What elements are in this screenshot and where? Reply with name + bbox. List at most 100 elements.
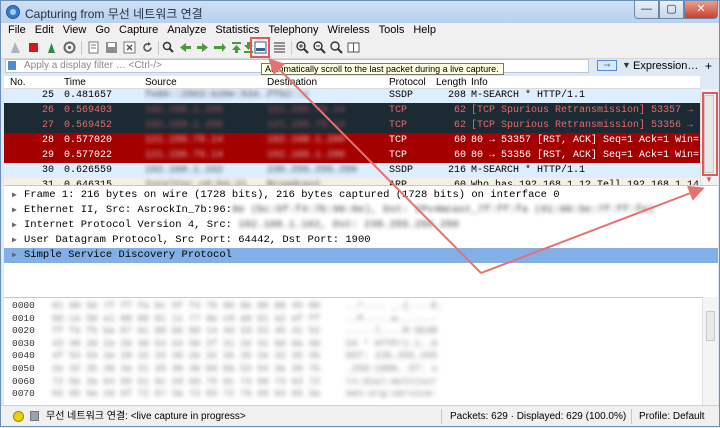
menu-view[interactable]: View (60, 23, 90, 37)
detail-text: Frame 1: 216 bytes on wire (1728 bits), … (24, 189, 560, 201)
expand-arrow-icon[interactable]: ▶ (12, 203, 17, 218)
title-bar: Capturing from 무선 네트워크 연결 — ▢ ✕ (1, 1, 719, 23)
bytes-row[interactable]: 0060 72 6e 3a 64 69 61 6c 2d 6d 75 6c 74 … (4, 376, 718, 388)
scroll-down-arrow-icon[interactable]: ▼ (705, 175, 713, 184)
bytes-scrollbar-thumb[interactable] (706, 311, 715, 341)
packet-list[interactable]: 25 0.481657 fe80::2503:620e:534.. ff02::c SS… (4, 89, 700, 185)
detail-tree-item[interactable]: ▶ Internet Protocol Version 4, Src: 192.1… (4, 218, 718, 233)
packet-cell-time: 0.646315 (64, 178, 112, 185)
find-icon[interactable] (161, 40, 176, 55)
wireshark-app-icon (6, 5, 20, 19)
packet-cell-protocol: SSDP (389, 90, 414, 101)
packet-row[interactable]: 30 0.626559 192.168.1.162 239.255.255.250 SS… (4, 163, 700, 178)
menu-tools[interactable]: Tools (376, 23, 408, 37)
packet-cell-no: 25 (41, 90, 54, 101)
bytes-hex: 65 65 6e 2d 6f 72 67 3a 73 65 72 76 69 6… (52, 388, 320, 400)
options-gear-icon[interactable] (62, 40, 77, 55)
menu-wireless[interactable]: Wireless (325, 23, 373, 37)
packet-row[interactable]: 27 0.569452 192.168.1.200 121.156.79.14 TCP 6… (4, 118, 700, 133)
packet-cell-time: 0.569452 (64, 120, 113, 131)
zoom-normal-icon[interactable] (329, 40, 344, 55)
go-forward-icon[interactable] (195, 40, 210, 55)
add-filter-button[interactable]: + (705, 59, 712, 73)
bytes-hex: 01 00 5e 7f ff fa bc 5f f4 7b 96 8e 08 0… (52, 300, 320, 311)
bytes-row[interactable]: 0070 65 65 6e 2d 6f 72 67 3a 73 65 72 76 … (4, 388, 718, 400)
detail-tree-item[interactable]: ▶ Simple Service Discovery Protocol (4, 248, 718, 263)
packet-cell-info: Who has 192.168.1.1? Tell 192.168.1.142 (471, 178, 700, 185)
col-destination[interactable]: Destination (267, 77, 317, 88)
colorize-icon[interactable] (272, 40, 287, 55)
menu-bar: File Edit View Go Capture Analyze Statistics Te… (1, 23, 719, 37)
reload-icon[interactable] (140, 40, 155, 55)
expert-info-icon[interactable] (13, 411, 24, 422)
col-no[interactable]: No. (10, 77, 26, 88)
bytes-scrollbar[interactable] (702, 297, 718, 405)
bytes-row[interactable]: 0050 2e 32 35 30 3a 31 39 30 30 0d 0a 53 … (4, 363, 718, 375)
menu-go[interactable]: Go (92, 23, 113, 37)
packet-row[interactable]: 29 0.577022 121.156.79.14 192.168.1.200 TCP 6… (4, 148, 700, 163)
resize-columns-icon[interactable] (346, 40, 361, 55)
detail-tree-item[interactable]: ▶ Ethernet II, Src: AsrockIn_7b:96:8e (bc… (4, 203, 718, 218)
expand-arrow-icon[interactable]: ▶ (12, 233, 17, 248)
go-back-icon[interactable] (178, 40, 193, 55)
detail-tree-item[interactable]: ▶ Frame 1: 216 bytes on wire (1728 bits),… (4, 188, 718, 203)
menu-analyze[interactable]: Analyze (164, 23, 209, 37)
profile-text[interactable]: Profile: Default (639, 410, 705, 423)
expand-arrow-icon[interactable]: ▶ (12, 218, 17, 233)
packet-bytes-pane[interactable]: 0000 01 00 5e 7f ff fa bc 5f f4 7b 96 8e … (4, 297, 718, 405)
packet-cell-source: 192.168.1.162 (145, 165, 224, 176)
minimize-button[interactable]: — (634, 1, 659, 19)
bytes-row[interactable]: 0020 ff fa fb ba 07 6c 00 b6 8d 14 4d 2d … (4, 325, 718, 337)
restart-icon[interactable] (44, 40, 59, 55)
packet-details-pane[interactable]: ▶ Frame 1: 216 bytes on wire (1728 bits),… (4, 185, 718, 297)
bytes-ascii: rn:dial-multiscr (346, 375, 438, 387)
bytes-hex: 00 ca 50 a1 00 00 01 11 77 9e c0 a8 01 a… (52, 312, 320, 324)
packet-cell-protocol: TCP (389, 150, 408, 161)
apply-filter-arrow-icon[interactable]: ➞ (597, 60, 617, 71)
expression-button[interactable]: Expression… (633, 59, 698, 73)
packet-row[interactable]: 28 0.577020 121.156.79.14 192.168.1.200 TCP 6… (4, 133, 700, 148)
bytes-offset: 0000 (12, 300, 35, 311)
bytes-row[interactable]: 0040 4f 53 54 3a 20 32 33 39 2e 32 35 35 … (4, 350, 718, 362)
stop-icon[interactable] (26, 40, 41, 55)
open-file-icon[interactable] (86, 40, 101, 55)
packets-count-text: Packets: 629 · Displayed: 629 (100.0%) (450, 411, 627, 422)
bytes-row[interactable]: 0000 01 00 5e 7f ff fa bc 5f f4 7b 96 8e … (4, 300, 718, 312)
filter-dropdown-icon[interactable]: ▼ (622, 59, 631, 72)
packet-cell-info: M-SEARCH * HTTP/1.1 (471, 90, 586, 101)
detail-tree-item[interactable]: ▶ User Datagram Protocol, Src Port: 64442… (4, 233, 718, 248)
menu-capture[interactable]: Capture (116, 23, 161, 37)
save-icon[interactable] (104, 40, 119, 55)
go-to-packet-icon[interactable] (212, 40, 227, 55)
col-length[interactable]: Length (436, 77, 467, 88)
maximize-button[interactable]: ▢ (659, 1, 684, 19)
col-info[interactable]: Info (471, 77, 488, 88)
packet-row[interactable]: 26 0.569403 192.168.1.200 121.156.79.14 TCP 6… (4, 103, 700, 118)
zoom-out-icon[interactable] (312, 40, 327, 55)
expand-arrow-icon[interactable]: ▶ (12, 188, 17, 203)
shark-fin-start-icon[interactable] (8, 40, 23, 55)
bytes-row[interactable]: 0030 43 48 20 2a 20 48 54 54 50 2f 31 2e … (4, 338, 718, 350)
menu-statistics[interactable]: Statistics (212, 23, 262, 37)
packet-row[interactable]: 25 0.481657 fe80::2503:620e:534.. ff02::c SS… (4, 89, 700, 103)
packet-cell-info: 80 → 53356 [RST, ACK] Seq=1 Ack=1 Win= (471, 150, 700, 161)
menu-help[interactable]: Help (410, 23, 439, 37)
close-file-icon[interactable] (122, 40, 137, 55)
col-source[interactable]: Source (145, 77, 177, 88)
bytes-offset: 0020 (12, 325, 35, 337)
menu-telephony[interactable]: Telephony (265, 23, 321, 37)
packet-row[interactable]: 31 0.646315 IntelCor_c0:b4:21 Broadcast ARP 6… (4, 178, 700, 185)
expand-arrow-icon[interactable]: ▶ (12, 248, 17, 263)
bytes-row[interactable]: 0010 00 ca 50 a1 00 00 01 11 77 9e c0 a8 … (4, 313, 718, 325)
packet-list-scrollbar[interactable]: ▼ (700, 89, 718, 185)
bookmark-icon[interactable] (8, 61, 16, 70)
packet-cell-info: [TCP Spurious Retransmission] 53356 → (471, 120, 694, 131)
col-protocol[interactable]: Protocol (389, 77, 426, 88)
col-time[interactable]: Time (64, 77, 86, 88)
packet-cell-no: 26 (41, 105, 54, 116)
close-button[interactable]: ✕ (684, 1, 718, 19)
menu-file[interactable]: File (5, 23, 29, 37)
menu-edit[interactable]: Edit (32, 23, 57, 37)
zoom-in-icon[interactable] (295, 40, 310, 55)
capture-file-properties-icon[interactable] (30, 411, 39, 421)
